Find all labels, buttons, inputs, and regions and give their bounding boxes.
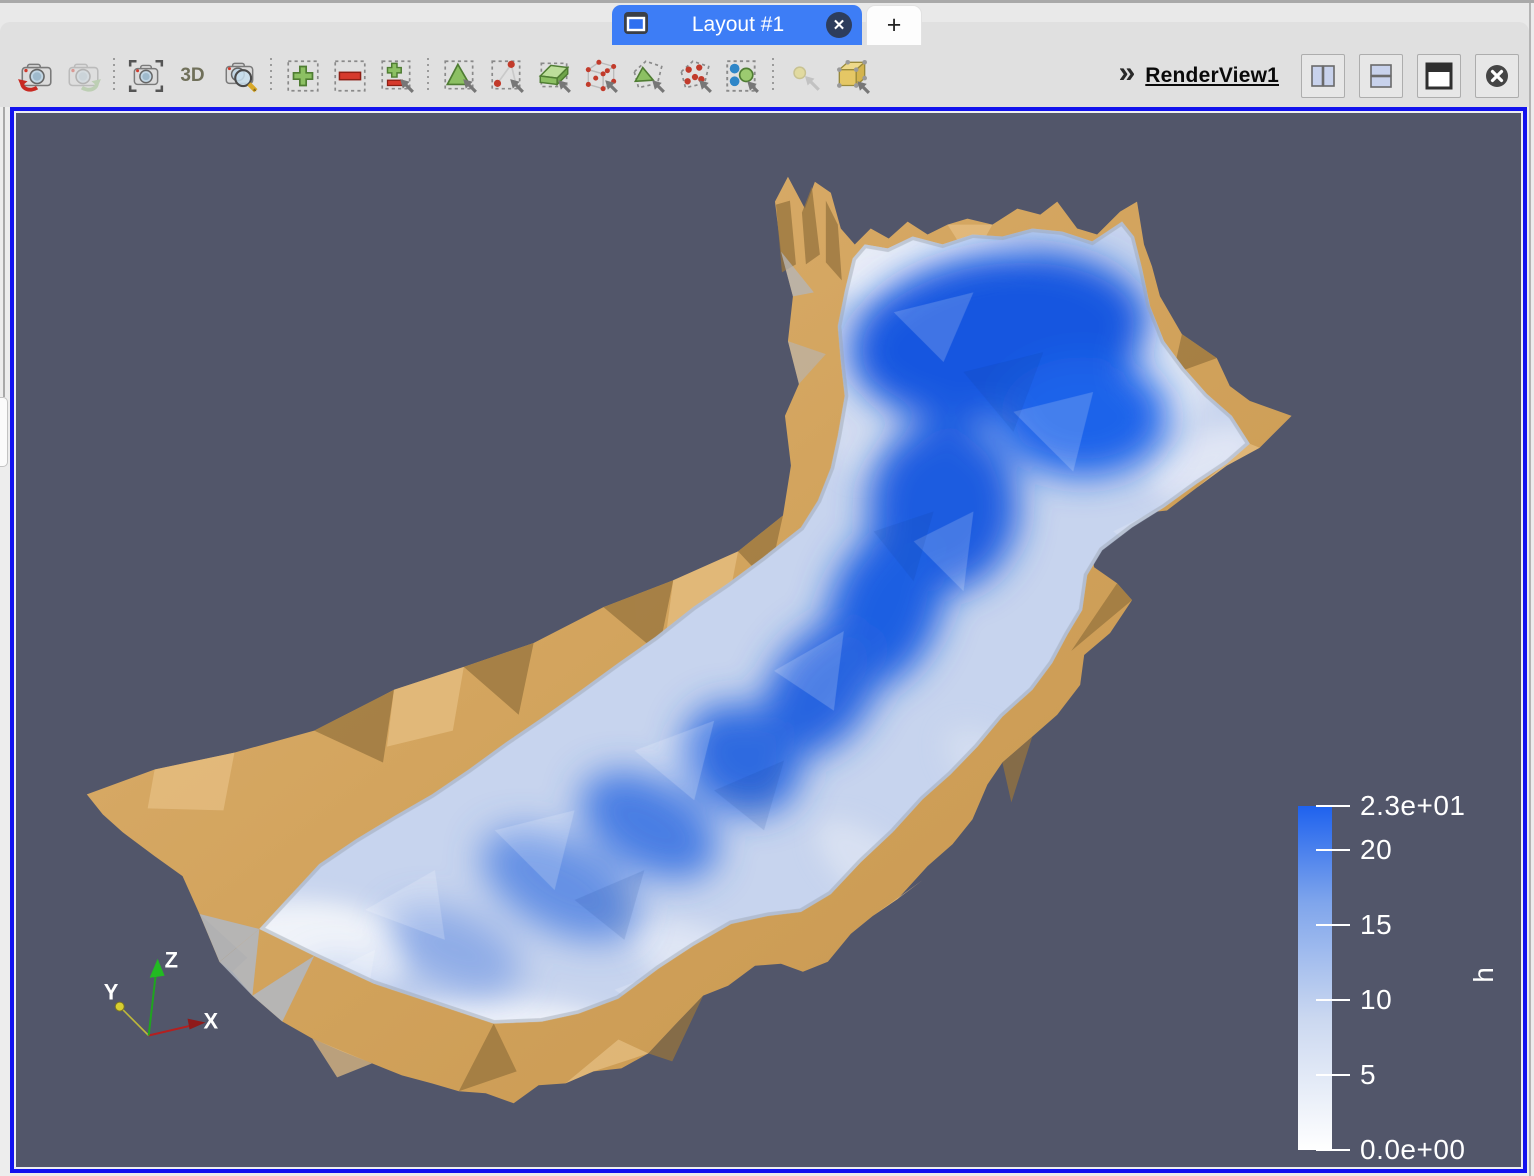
maximize-view-icon	[1424, 61, 1454, 91]
select-cells-through-button[interactable]	[530, 53, 577, 100]
panel-edge-line	[3, 107, 5, 397]
capture-screenshot-icon	[127, 57, 165, 95]
legend-tick-line	[1316, 805, 1350, 807]
close-icon: ✕	[833, 16, 846, 34]
axis-y-label: Y	[104, 980, 119, 1005]
select-cells-polygon-icon	[629, 57, 667, 95]
new-tab-button[interactable]: +	[866, 5, 922, 45]
split-vertical-button[interactable]	[1359, 54, 1403, 98]
terrain-scene: X Y Z	[16, 113, 1521, 1167]
toolbar-overflow-button[interactable]: »	[1119, 53, 1146, 100]
split-horizontal-icon	[1308, 61, 1338, 91]
legend-tick-line	[1316, 924, 1350, 926]
color-legend[interactable]: 2.3e+01 20 15 10 5 0.0e+00 h	[1298, 801, 1521, 1167]
toggle-3d-label: 3D	[180, 65, 204, 87]
shrink-selection-icon	[331, 57, 369, 95]
select-cells-polygon-button[interactable]	[624, 53, 671, 100]
split-vertical-icon	[1366, 61, 1396, 91]
render-view-toolbar: 3D	[0, 45, 1529, 107]
toolbar-separator	[270, 58, 272, 94]
select-cells-on-button[interactable]	[436, 53, 483, 100]
toolbar-separator	[427, 58, 429, 94]
legend-title: h	[1468, 967, 1500, 983]
close-view-icon	[1482, 61, 1512, 91]
legend-tick-line	[1316, 1149, 1350, 1151]
camera-redo-button[interactable]	[59, 53, 106, 100]
legend-max-label: 2.3e+01	[1360, 790, 1466, 822]
interactive-select-cells-button[interactable]	[718, 53, 765, 100]
legend-tick-label: 10	[1360, 984, 1392, 1016]
grow-selection-icon	[284, 57, 322, 95]
interactive-select-cells-icon	[723, 57, 761, 95]
select-cells-through-icon	[535, 57, 573, 95]
modify-selection-button[interactable]	[373, 53, 420, 100]
toggle-3d-button[interactable]: 3D	[169, 53, 216, 100]
render-viewport[interactable]: X Y Z 2.3e+01 20 15 10 5 0.0e+00 h	[16, 113, 1521, 1167]
legend-tick-label: 20	[1360, 834, 1392, 866]
render-view-frame: X Y Z 2.3e+01 20 15 10 5 0.0e+00 h	[10, 107, 1527, 1173]
camera-undo-icon	[17, 57, 55, 95]
legend-tick-line	[1316, 849, 1350, 851]
maximize-view-button[interactable]	[1417, 54, 1461, 98]
axis-z-label: Z	[165, 948, 178, 973]
panel-splitter-handle[interactable]	[0, 397, 8, 467]
toolbar-separator	[772, 58, 774, 94]
layout-tab-icon	[622, 9, 650, 42]
select-points-through-icon	[582, 57, 620, 95]
toolbar-separator	[113, 58, 115, 94]
plus-icon: +	[887, 11, 902, 40]
adjust-camera-button[interactable]	[216, 53, 263, 100]
overflow-chevrons-icon: »	[1119, 56, 1136, 90]
legend-tick-label: 15	[1360, 909, 1392, 941]
select-points-polygon-button[interactable]	[671, 53, 718, 100]
modify-selection-icon	[378, 57, 416, 95]
tab-label: Layout #1	[660, 13, 816, 37]
hover-points-button[interactable]	[781, 53, 828, 100]
layout-tab-bar: Layout #1 ✕ +	[0, 3, 1529, 45]
hover-cells-icon	[833, 57, 871, 95]
hover-points-icon	[786, 57, 824, 95]
select-points-polygon-icon	[676, 57, 714, 95]
legend-tick-label: 5	[1360, 1059, 1376, 1091]
camera-undo-button[interactable]	[12, 53, 59, 100]
adjust-camera-icon	[221, 57, 259, 95]
legend-tick-line	[1316, 999, 1350, 1001]
capture-screenshot-button[interactable]	[122, 53, 169, 100]
close-tab-button[interactable]: ✕	[826, 12, 852, 38]
legend-min-label: 0.0e+00	[1360, 1134, 1466, 1166]
close-view-button[interactable]	[1475, 54, 1519, 98]
grow-selection-button[interactable]	[279, 53, 326, 100]
select-points-on-button[interactable]	[483, 53, 530, 100]
legend-tick-line	[1316, 1074, 1350, 1076]
select-points-through-button[interactable]	[577, 53, 624, 100]
left-panel-strip	[0, 107, 10, 1176]
select-points-on-icon	[488, 57, 526, 95]
camera-redo-icon	[64, 57, 102, 95]
tab-layout-1[interactable]: Layout #1 ✕	[612, 5, 862, 45]
shrink-selection-button[interactable]	[326, 53, 373, 100]
color-legend-bar	[1298, 806, 1332, 1150]
render-view-name[interactable]: RenderView1	[1145, 64, 1279, 88]
window-right-edge	[1529, 3, 1531, 1176]
hover-cells-button[interactable]	[828, 53, 875, 100]
axis-x-label: X	[204, 1009, 219, 1034]
select-cells-on-icon	[441, 57, 479, 95]
orientation-axes-widget: X Y Z	[104, 948, 219, 1036]
split-horizontal-button[interactable]	[1301, 54, 1345, 98]
